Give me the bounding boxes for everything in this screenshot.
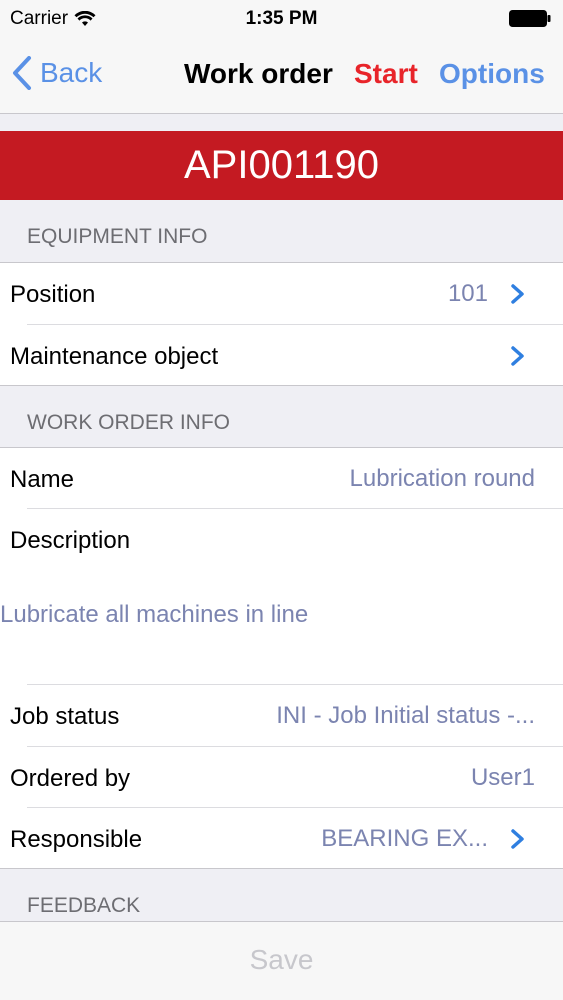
job-status-value: INI - Job Initial status -... [276,702,535,729]
job-status-row[interactable]: Job status INI - Job Initial status -... [0,685,563,747]
description-label: Description [10,527,131,554]
page-title: Work order [184,58,333,89]
name-value: Lubrication round [349,465,535,492]
responsible-label: Responsible [10,826,143,853]
chevron-right-icon [511,346,524,366]
save-button[interactable]: Save [0,944,563,976]
responsible-row[interactable]: Responsible BEARING EX... [0,808,563,869]
position-value: 101 [447,280,488,307]
chevron-left-icon [13,56,31,90]
maintenance-object-row[interactable]: Maintenance object [0,325,563,386]
position-label: Position [10,281,96,308]
maintenance-object-label: Maintenance object [10,343,219,370]
name-label: Name [10,466,75,493]
navigation-bar: Back Work order Start Options [0,38,563,114]
position-row[interactable]: Position 101 [0,263,563,325]
options-button[interactable]: Options [439,58,545,90]
back-button[interactable]: Back [12,56,102,90]
status-time: 1:35 PM [245,8,318,29]
start-button[interactable]: Start [354,58,418,90]
ordered-by-label: Ordered by [10,765,131,792]
back-label: Back [40,57,103,88]
battery-icon [509,10,551,27]
chevron-right-icon [511,829,524,849]
description-block[interactable]: Description Lubricate all machines in li… [0,509,563,685]
name-row[interactable]: Name Lubrication round [0,448,563,510]
section-title: WORK ORDER INFO [27,411,230,434]
chevron-right-icon [511,284,524,304]
job-status-label: Job status [10,703,120,730]
bottom-toolbar: Save [0,921,563,1000]
status-bar: Carrier 1:35 PM [0,0,563,38]
section-header-equipment-info: EQUIPMENT INFO [0,200,563,262]
ordered-by-row[interactable]: Ordered by User1 [0,747,563,809]
section-title: EQUIPMENT INFO [27,225,208,248]
work-order-id-banner: API001190 [0,131,563,200]
description-value: Lubricate all machines in line [0,601,309,628]
ordered-by-value: User1 [470,764,535,791]
responsible-value: BEARING EX... [321,825,488,852]
section-title: FEEDBACK [27,894,141,917]
section-header-work-order-info: WORK ORDER INFO [0,386,563,448]
